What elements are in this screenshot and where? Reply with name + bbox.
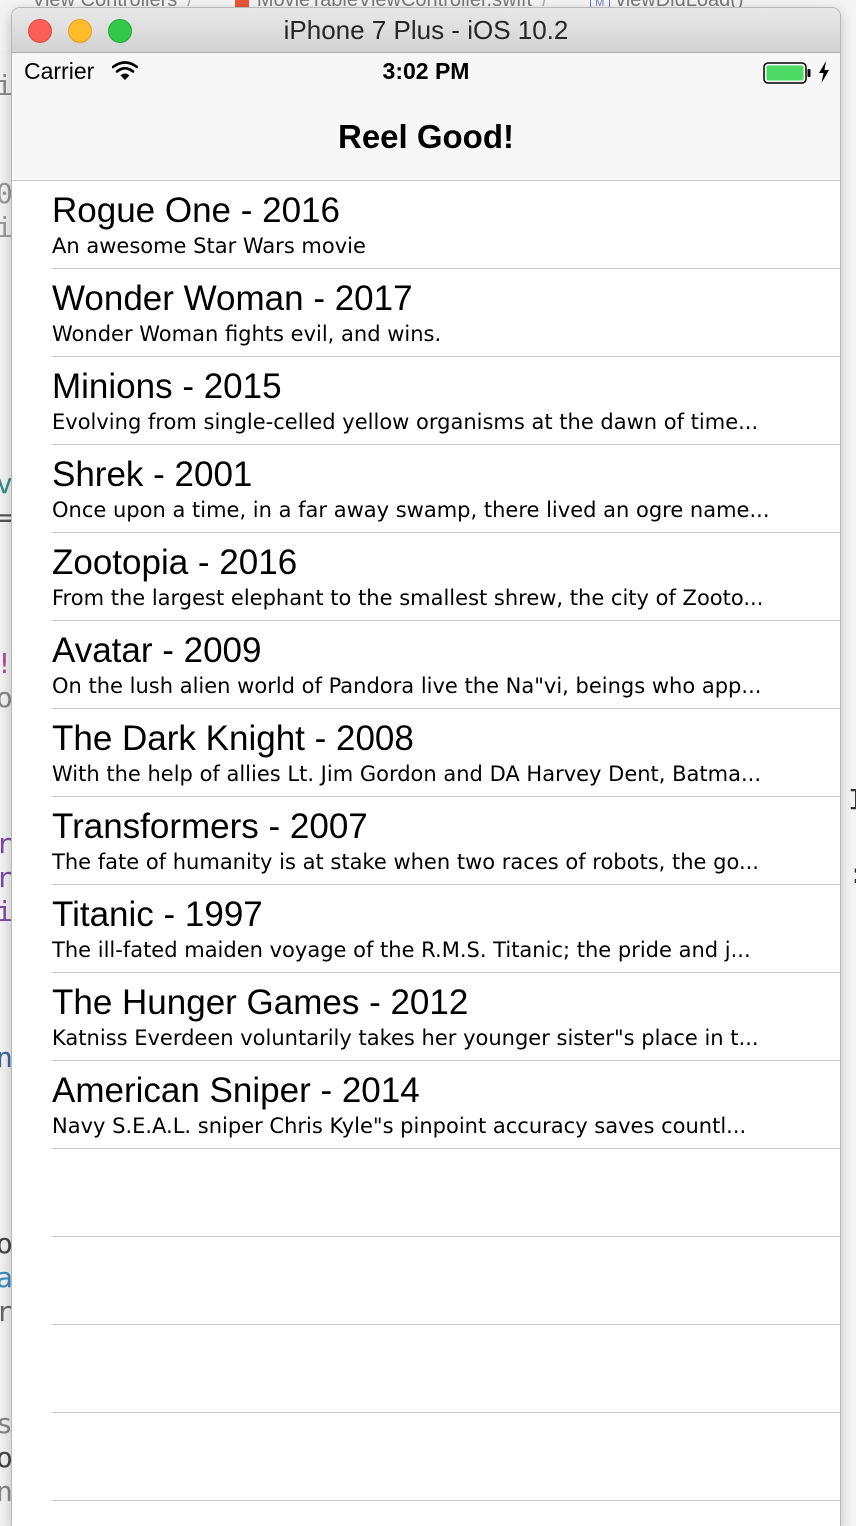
swift-file-icon [234, 0, 249, 8]
navigation-bar: Reel Good! [12, 93, 840, 181]
movie-subtitle: Once upon a time, in a far away swamp, t… [52, 498, 770, 522]
window-title-bar[interactable]: iPhone 7 Plus - iOS 10.2 [12, 8, 840, 53]
table-row[interactable]: Rogue One - 2016 An awesome Star Wars mo… [12, 181, 840, 269]
desktop: View Controllers/MovieTableViewControlle… [0, 0, 856, 1526]
empty-table-row [12, 1237, 840, 1325]
breadcrumb-item-method[interactable]: viewDidLoad() [616, 0, 744, 8]
breadcrumb-item-file[interactable]: MovieTableViewController.swift [257, 0, 532, 8]
table-row[interactable]: Minions - 2015 Evolving from single-cell… [12, 357, 840, 445]
movie-title: Wonder Woman - 2017 [52, 279, 413, 318]
status-time: 3:02 PM [382, 58, 470, 84]
movie-subtitle: An awesome Star Wars movie [52, 234, 366, 258]
battery-icon [763, 62, 811, 84]
xcode-editor-right-edge: I : [840, 0, 856, 1526]
table-row[interactable]: Shrek - 2001 Once upon a time, in a far … [12, 445, 840, 533]
movie-title: American Sniper - 2014 [52, 1071, 420, 1110]
movie-subtitle: With the help of allies Lt. Jim Gordon a… [52, 762, 761, 786]
table-row[interactable]: American Sniper - 2014 Navy S.E.A.L. sni… [12, 1061, 840, 1149]
table-row[interactable]: Transformers - 2007 The fate of humanity… [12, 797, 840, 885]
xcode-editor-left-edge: i 0 i v = ! o r r i n o a r s o n [0, 50, 12, 1526]
movie-title: Avatar - 2009 [52, 631, 262, 670]
movie-subtitle: Navy S.E.A.L. sniper Chris Kyle"s pinpoi… [52, 1114, 747, 1138]
table-row[interactable]: The Hunger Games - 2012 Katniss Everdeen… [12, 973, 840, 1061]
movie-title: Shrek - 2001 [52, 455, 253, 494]
movie-title: The Dark Knight - 2008 [52, 719, 414, 758]
movie-title: Zootopia - 2016 [52, 543, 298, 582]
table-row[interactable]: Avatar - 2009 On the lush alien world of… [12, 621, 840, 709]
movie-subtitle: Evolving from single-celled yellow organ… [52, 410, 759, 434]
movie-subtitle: The ill-fated maiden voyage of the R.M.S… [52, 938, 751, 962]
xcode-breadcrumb[interactable]: View Controllers/MovieTableViewControlle… [0, 0, 856, 8]
movie-subtitle: From the largest elephant to the smalles… [52, 586, 764, 610]
nav-title: Reel Good! [337, 118, 514, 155]
movie-subtitle: The fate of humanity is at stake when tw… [52, 850, 759, 874]
movie-subtitle: Katniss Everdeen voluntarily takes her y… [52, 1026, 759, 1050]
table-row[interactable]: Wonder Woman - 2017 Wonder Woman fights … [12, 269, 840, 357]
movie-table[interactable]: Rogue One - 2016 An awesome Star Wars mo… [12, 181, 840, 1526]
movie-subtitle: On the lush alien world of Pandora live … [52, 674, 762, 698]
table-row[interactable]: Titanic - 1997 The ill-fated maiden voya… [12, 885, 840, 973]
table-row[interactable]: The Dark Knight - 2008 With the help of … [12, 709, 840, 797]
movie-title: The Hunger Games - 2012 [52, 983, 469, 1022]
empty-table-row [12, 1149, 840, 1237]
ios-status-bar: Carrier 3:02 PM [12, 53, 840, 93]
empty-table-row [12, 1413, 840, 1501]
movie-title: Titanic - 1997 [52, 895, 263, 934]
simulator-window: iPhone 7 Plus - iOS 10.2 Carrier 3:02 PM… [12, 8, 840, 1526]
movie-subtitle: Wonder Woman fights evil, and wins. [52, 322, 442, 346]
table-row[interactable]: Zootopia - 2016 From the largest elephan… [12, 533, 840, 621]
empty-table-row [12, 1325, 840, 1413]
window-title: iPhone 7 Plus - iOS 10.2 [283, 15, 569, 45]
breadcrumb-item-view-controllers[interactable]: View Controllers [32, 0, 177, 8]
method-icon: M [589, 0, 610, 8]
movie-title: Rogue One - 2016 [52, 191, 340, 230]
movie-title: Transformers - 2007 [52, 807, 368, 846]
movie-title: Minions - 2015 [52, 367, 282, 406]
charging-bolt-icon [819, 61, 829, 83]
